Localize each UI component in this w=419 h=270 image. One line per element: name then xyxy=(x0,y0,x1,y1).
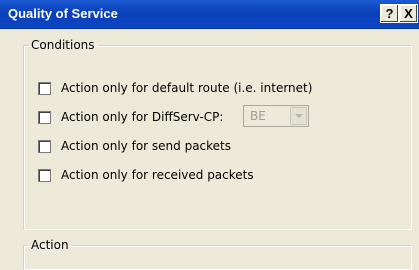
received-packets-checkbox[interactable] xyxy=(38,168,51,182)
received-packets-option[interactable]: Action only for received packets xyxy=(38,166,254,184)
diffserv-option[interactable]: Action only for DiffServ-CP: xyxy=(38,108,223,126)
diffserv-checkbox[interactable] xyxy=(38,110,51,124)
close-button[interactable]: X xyxy=(399,4,418,23)
help-button[interactable]: ? xyxy=(380,4,399,23)
send-packets-checkbox[interactable] xyxy=(38,139,51,153)
window-title: Quality of Service xyxy=(8,6,118,21)
send-packets-label: Action only for send packets xyxy=(61,139,232,153)
action-legend: Action xyxy=(31,238,69,252)
action-group: Action xyxy=(23,238,412,270)
default-route-option[interactable]: Action only for default route (i.e. inte… xyxy=(38,79,312,97)
send-packets-option[interactable]: Action only for send packets xyxy=(38,137,231,155)
diffserv-select[interactable]: BE xyxy=(243,105,309,127)
diffserv-select-value: BE xyxy=(250,109,266,123)
default-route-checkbox[interactable] xyxy=(38,81,51,95)
title-bar: Quality of Service ? X xyxy=(0,0,419,29)
chevron-down-icon xyxy=(295,114,303,118)
diffserv-select-button[interactable] xyxy=(290,107,307,125)
conditions-group: Conditions xyxy=(23,38,412,230)
conditions-legend: Conditions xyxy=(31,38,95,52)
received-packets-label: Action only for received packets xyxy=(61,168,254,182)
diffserv-label: Action only for DiffServ-CP: xyxy=(61,110,224,124)
default-route-label: Action only for default route (i.e. inte… xyxy=(61,81,313,95)
